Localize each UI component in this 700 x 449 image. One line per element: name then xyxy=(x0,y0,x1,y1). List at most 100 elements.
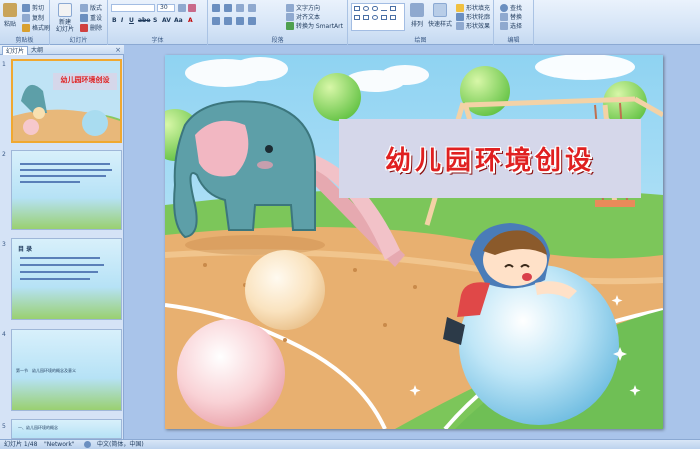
grow-font-icon xyxy=(178,4,186,12)
change-case-button[interactable]: Aa xyxy=(174,17,183,24)
smartart-icon xyxy=(286,21,294,30)
close-pane-icon[interactable]: × xyxy=(115,46,121,54)
oval-shape-icon[interactable] xyxy=(363,6,369,11)
line-shape-icon[interactable] xyxy=(381,6,387,11)
arrange-button[interactable]: 排列 xyxy=(410,3,424,28)
copy-button[interactable]: 复制 xyxy=(22,13,44,22)
slide-thumbnail-4[interactable]: 第一节 幼儿园环境的概念及意义 xyxy=(11,329,122,411)
char-spacing-button[interactable]: AV xyxy=(162,17,171,24)
italic-button[interactable]: I xyxy=(121,17,123,24)
align-text-icon xyxy=(286,12,294,21)
reset-button[interactable]: 重设 xyxy=(80,13,102,22)
strikethrough-button[interactable]: abe xyxy=(138,17,150,24)
thumb-number: 2 xyxy=(2,151,6,158)
replace-button[interactable]: 替换 xyxy=(500,12,522,21)
line-spacing-icon xyxy=(248,4,256,12)
thumb-number: 5 xyxy=(2,423,6,430)
cut-button[interactable]: 剪切 xyxy=(22,3,44,12)
tab-slides[interactable]: 幻灯片 xyxy=(2,46,29,55)
layout-icon xyxy=(80,3,88,12)
text-direction-button[interactable]: 文字方向 xyxy=(286,3,320,12)
scissors-icon xyxy=(22,3,30,12)
font-color-button[interactable]: A xyxy=(188,17,193,24)
numbering-button[interactable] xyxy=(224,4,232,12)
line-spacing-button[interactable] xyxy=(248,4,256,12)
thumb-number: 3 xyxy=(2,241,6,248)
bold-button[interactable]: B xyxy=(112,17,117,24)
slide-title[interactable]: 幼儿园环境创设 xyxy=(385,140,595,177)
underline-button[interactable]: U xyxy=(129,17,134,24)
slide-title-box[interactable]: 幼儿园环境创设 xyxy=(339,119,641,198)
grow-font-button[interactable] xyxy=(178,4,186,12)
paint-bucket-icon xyxy=(456,3,464,12)
shape-fill-button[interactable]: 形状填充 xyxy=(456,3,490,12)
brace-shape-icon[interactable] xyxy=(381,15,387,20)
align-left-button[interactable] xyxy=(212,17,220,25)
clear-format-button[interactable] xyxy=(188,4,196,12)
thumb-heading: 第一节 幼儿园环境的概念及意义 xyxy=(16,368,76,373)
convert-smartart-button[interactable]: 转换为 SmartArt xyxy=(286,21,343,30)
rounded-rect-shape-icon[interactable] xyxy=(372,6,378,11)
bullets-button[interactable] xyxy=(212,4,220,12)
ribbon: 粘贴 剪切 复制 格式刷 剪贴板 新建 幻灯片 版式 重设 删除 幻灯片 30 … xyxy=(0,0,700,45)
clear-format-icon xyxy=(188,4,196,12)
format-painter-button[interactable]: 格式刷 xyxy=(22,23,50,32)
indent-button[interactable] xyxy=(236,4,244,12)
slide-thumbnail-3[interactable]: 目 录 xyxy=(11,238,122,320)
rectangle-shape-icon[interactable] xyxy=(354,6,360,11)
new-slide-button[interactable]: 新建 幻灯片 xyxy=(56,3,74,33)
shadow-button[interactable]: S xyxy=(153,17,157,24)
quick-styles-button[interactable]: 快速样式 xyxy=(428,3,452,28)
spellcheck-icon[interactable] xyxy=(84,441,91,448)
replace-icon xyxy=(500,12,508,21)
align-text-button[interactable]: 对齐文本 xyxy=(286,12,320,21)
star-shape-icon[interactable] xyxy=(363,15,369,20)
numbering-icon xyxy=(224,4,232,12)
shape-effects-button[interactable]: 形状效果 xyxy=(456,21,490,30)
arrow-shape-icon[interactable] xyxy=(390,6,396,11)
align-right-icon xyxy=(236,17,244,25)
shape-outline-button[interactable]: 形状轮廓 xyxy=(456,12,490,21)
callout-shape-icon[interactable] xyxy=(390,15,396,20)
circle-shape-icon[interactable] xyxy=(372,15,378,20)
select-button[interactable]: 选择 xyxy=(500,21,522,30)
tab-outline[interactable]: 大纲 xyxy=(28,46,46,55)
current-slide[interactable]: 幼儿园环境创设 xyxy=(165,55,663,429)
slide-thumbnail-1[interactable]: 幼儿园环境创设 xyxy=(11,59,122,143)
arrange-icon xyxy=(410,3,424,17)
justify-button[interactable] xyxy=(248,17,256,25)
effects-icon xyxy=(456,21,464,30)
slide-thumbnail-5[interactable]: 一、幼儿园环境的概念 xyxy=(11,419,122,439)
thumb-text-line xyxy=(20,264,104,266)
text-direction-icon xyxy=(286,3,294,12)
thumb-text-line xyxy=(20,163,110,165)
drawing-group-label: 绘图 xyxy=(414,37,427,44)
triangle-shape-icon[interactable] xyxy=(354,15,360,20)
delete-button[interactable]: 删除 xyxy=(80,23,102,32)
layout-button[interactable]: 版式 xyxy=(80,3,102,12)
align-left-icon xyxy=(212,17,220,25)
slide-counter: 幻灯片 1/48 xyxy=(4,441,38,448)
thumb-text-line xyxy=(20,181,80,183)
slide-background-illustration xyxy=(165,55,663,429)
font-size-select[interactable]: 30 xyxy=(157,4,175,12)
font-name-select[interactable] xyxy=(111,4,155,12)
pen-icon xyxy=(456,12,464,21)
justify-icon xyxy=(248,17,256,25)
slides-group-label: 幻灯片 xyxy=(69,37,88,44)
language-indicator[interactable]: 中文(简体，中国) xyxy=(97,440,144,449)
paste-button[interactable]: 粘贴 xyxy=(3,3,17,28)
thumb-heading: 目 录 xyxy=(18,246,33,253)
align-center-icon xyxy=(224,17,232,25)
thumb-number: 1 xyxy=(2,61,6,68)
thumb-title: 幼儿园环境创设 xyxy=(60,75,110,84)
align-center-button[interactable] xyxy=(224,17,232,25)
editing-group-label: 编辑 xyxy=(507,37,520,44)
shapes-gallery[interactable] xyxy=(351,3,405,31)
find-button[interactable]: 查找 xyxy=(500,3,522,12)
magnifier-icon xyxy=(500,3,508,12)
align-right-button[interactable] xyxy=(236,17,244,25)
editing-group: 查找 替换 选择 编辑 xyxy=(494,0,534,45)
brush-icon xyxy=(22,23,30,32)
slide-thumbnail-2[interactable] xyxy=(11,150,122,230)
